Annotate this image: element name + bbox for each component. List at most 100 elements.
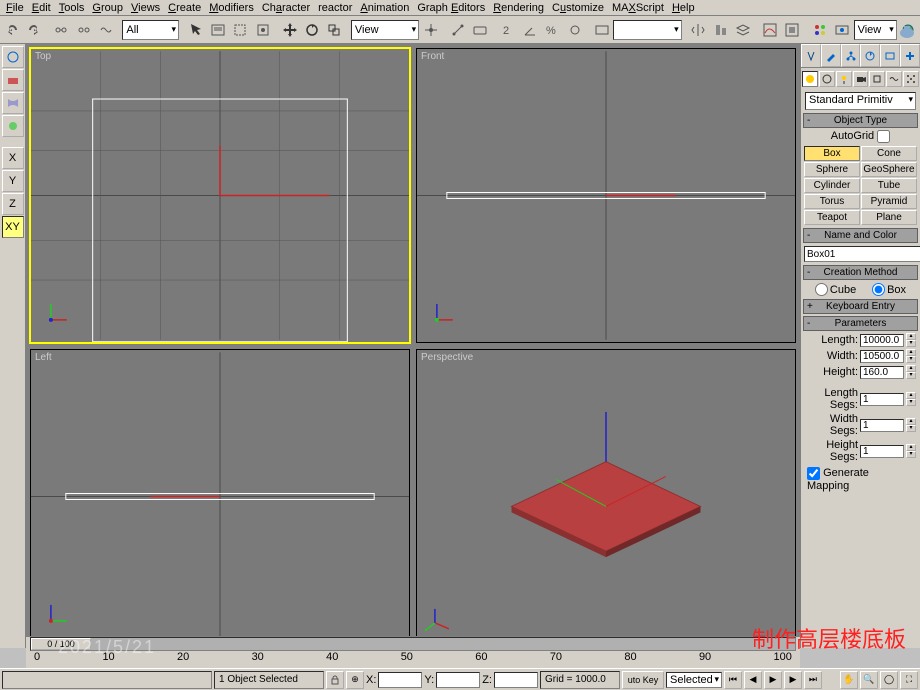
motion-tab[interactable] — [860, 44, 880, 67]
primitive-cylinder[interactable]: Cylinder — [804, 178, 860, 193]
menu-rendering[interactable]: Rendering — [489, 2, 548, 14]
height-spinner[interactable]: ▴▾ — [906, 365, 916, 379]
curve-editor-button[interactable] — [759, 19, 780, 41]
axis-z-button[interactable]: Z — [2, 193, 24, 215]
absolute-relative-button[interactable]: ⊕ — [346, 671, 364, 689]
width-spinner[interactable]: ▴▾ — [906, 349, 916, 363]
named-selection-button[interactable] — [591, 19, 612, 41]
spinner-snap-button[interactable] — [564, 19, 585, 41]
menu-group[interactable]: Group — [88, 2, 127, 14]
category-combo[interactable]: Standard Primitiv — [805, 92, 916, 110]
menu-character[interactable]: Character — [258, 2, 314, 14]
creation-box-radio[interactable]: Box — [872, 283, 906, 296]
lights-subtab[interactable] — [836, 71, 852, 87]
selection-region-button[interactable] — [230, 19, 251, 41]
primitive-teapot[interactable]: Teapot — [804, 210, 860, 225]
menu-grapheditors[interactable]: Graph Editors — [413, 2, 489, 14]
menu-customize[interactable]: Customize — [548, 2, 608, 14]
align-button[interactable] — [710, 19, 731, 41]
primitive-tube[interactable]: Tube — [861, 178, 917, 193]
autogrid-label[interactable]: AutoGrid — [831, 130, 890, 142]
primitive-geosphere[interactable]: GeoSphere — [861, 162, 917, 177]
geometry-subtab[interactable] — [802, 71, 818, 87]
viewport-left[interactable]: Left — [30, 349, 410, 644]
hierarchy-tab[interactable] — [841, 44, 861, 67]
menu-animation[interactable]: Animation — [356, 2, 413, 14]
viewport-perspective[interactable]: Perspective — [416, 349, 796, 644]
goto-start-button[interactable]: ⏮ — [724, 671, 742, 689]
move-button[interactable] — [279, 19, 300, 41]
pivot-button[interactable] — [420, 19, 441, 41]
helpers-subtab[interactable] — [869, 71, 885, 87]
keyboard-shortcut-button[interactable] — [470, 19, 491, 41]
reactor-soft-icon[interactable] — [2, 115, 24, 137]
create-tab[interactable] — [801, 44, 821, 67]
primitive-box[interactable]: Box — [804, 146, 860, 161]
creation-cube-radio[interactable]: Cube — [815, 283, 856, 296]
rollout-creation-method[interactable]: Creation Method — [803, 265, 918, 280]
schematic-view-button[interactable] — [782, 19, 803, 41]
primitive-cone[interactable]: Cone — [861, 146, 917, 161]
length-spinner[interactable]: ▴▾ — [906, 333, 916, 347]
rollout-object-type[interactable]: Object Type — [803, 113, 918, 128]
ref-coord-combo[interactable]: View — [351, 20, 419, 40]
redo-button[interactable] — [23, 19, 44, 41]
rollout-name-color[interactable]: Name and Color — [803, 228, 918, 243]
mirror-button[interactable] — [688, 19, 709, 41]
menu-views[interactable]: Views — [127, 2, 164, 14]
arc-rotate-button[interactable]: ◯ — [880, 671, 898, 689]
snap-percent-button[interactable]: % — [542, 19, 563, 41]
primitive-torus[interactable]: Torus — [804, 194, 860, 209]
reactor-cloth-icon[interactable] — [2, 92, 24, 114]
axis-y-button[interactable]: Y — [2, 170, 24, 192]
length-input[interactable] — [860, 334, 904, 347]
systems-subtab[interactable] — [903, 71, 919, 87]
rotate-button[interactable] — [301, 19, 322, 41]
hsegs-input[interactable] — [860, 445, 904, 458]
modify-tab[interactable] — [821, 44, 841, 67]
time-slider-thumb[interactable]: 0 / 100 — [31, 638, 91, 650]
axis-xy-button[interactable]: XY — [2, 216, 24, 238]
render-type-combo[interactable]: View — [854, 20, 897, 40]
next-frame-button[interactable]: ▶ — [784, 671, 802, 689]
cameras-subtab[interactable] — [853, 71, 869, 87]
x-input[interactable] — [378, 672, 422, 688]
menu-file[interactable]: File — [2, 2, 28, 14]
link-button[interactable] — [51, 19, 72, 41]
pan-view-button[interactable]: ✋ — [840, 671, 858, 689]
undo-button[interactable] — [1, 19, 22, 41]
unlink-button[interactable] — [73, 19, 94, 41]
rollout-keyboard-entry[interactable]: Keyboard Entry — [803, 299, 918, 314]
scale-button[interactable] — [324, 19, 345, 41]
select-object-button[interactable] — [185, 19, 206, 41]
axis-x-button[interactable]: X — [2, 147, 24, 169]
prev-frame-button[interactable]: ◀ — [744, 671, 762, 689]
time-slider[interactable]: 0 / 100 — [30, 637, 796, 651]
primitive-sphere[interactable]: Sphere — [804, 162, 860, 177]
hsegs-spinner[interactable]: ▴▾ — [906, 444, 916, 458]
teapot-render-icon[interactable] — [896, 19, 918, 41]
menu-reactor[interactable]: reactor — [314, 2, 356, 14]
width-input[interactable] — [860, 350, 904, 363]
y-input[interactable] — [436, 672, 480, 688]
zoom-extents-button[interactable]: 🔍 — [860, 671, 878, 689]
layers-button[interactable] — [732, 19, 753, 41]
material-editor-button[interactable] — [809, 19, 830, 41]
snap-angle-button[interactable] — [519, 19, 540, 41]
lsegs-spinner[interactable]: ▴▾ — [906, 392, 916, 406]
goto-end-button[interactable]: ⏭ — [804, 671, 822, 689]
render-scene-button[interactable] — [831, 19, 852, 41]
reactor-tool-icon[interactable] — [2, 46, 24, 68]
shapes-subtab[interactable] — [819, 71, 835, 87]
snap-2d-button[interactable]: 2 — [497, 19, 518, 41]
keymode-combo[interactable]: Selected — [666, 672, 722, 688]
menu-create[interactable]: Create — [164, 2, 205, 14]
lock-selection-button[interactable] — [326, 671, 344, 689]
menu-maxscript[interactable]: MAXScript — [608, 2, 668, 14]
named-selection-combo[interactable] — [613, 20, 681, 40]
menu-modifiers[interactable]: Modifiers — [205, 2, 258, 14]
select-by-name-button[interactable] — [207, 19, 228, 41]
reactor-rigid-icon[interactable] — [2, 69, 24, 91]
autogrid-checkbox[interactable] — [877, 130, 890, 143]
viewport-top[interactable]: Top — [30, 48, 410, 343]
